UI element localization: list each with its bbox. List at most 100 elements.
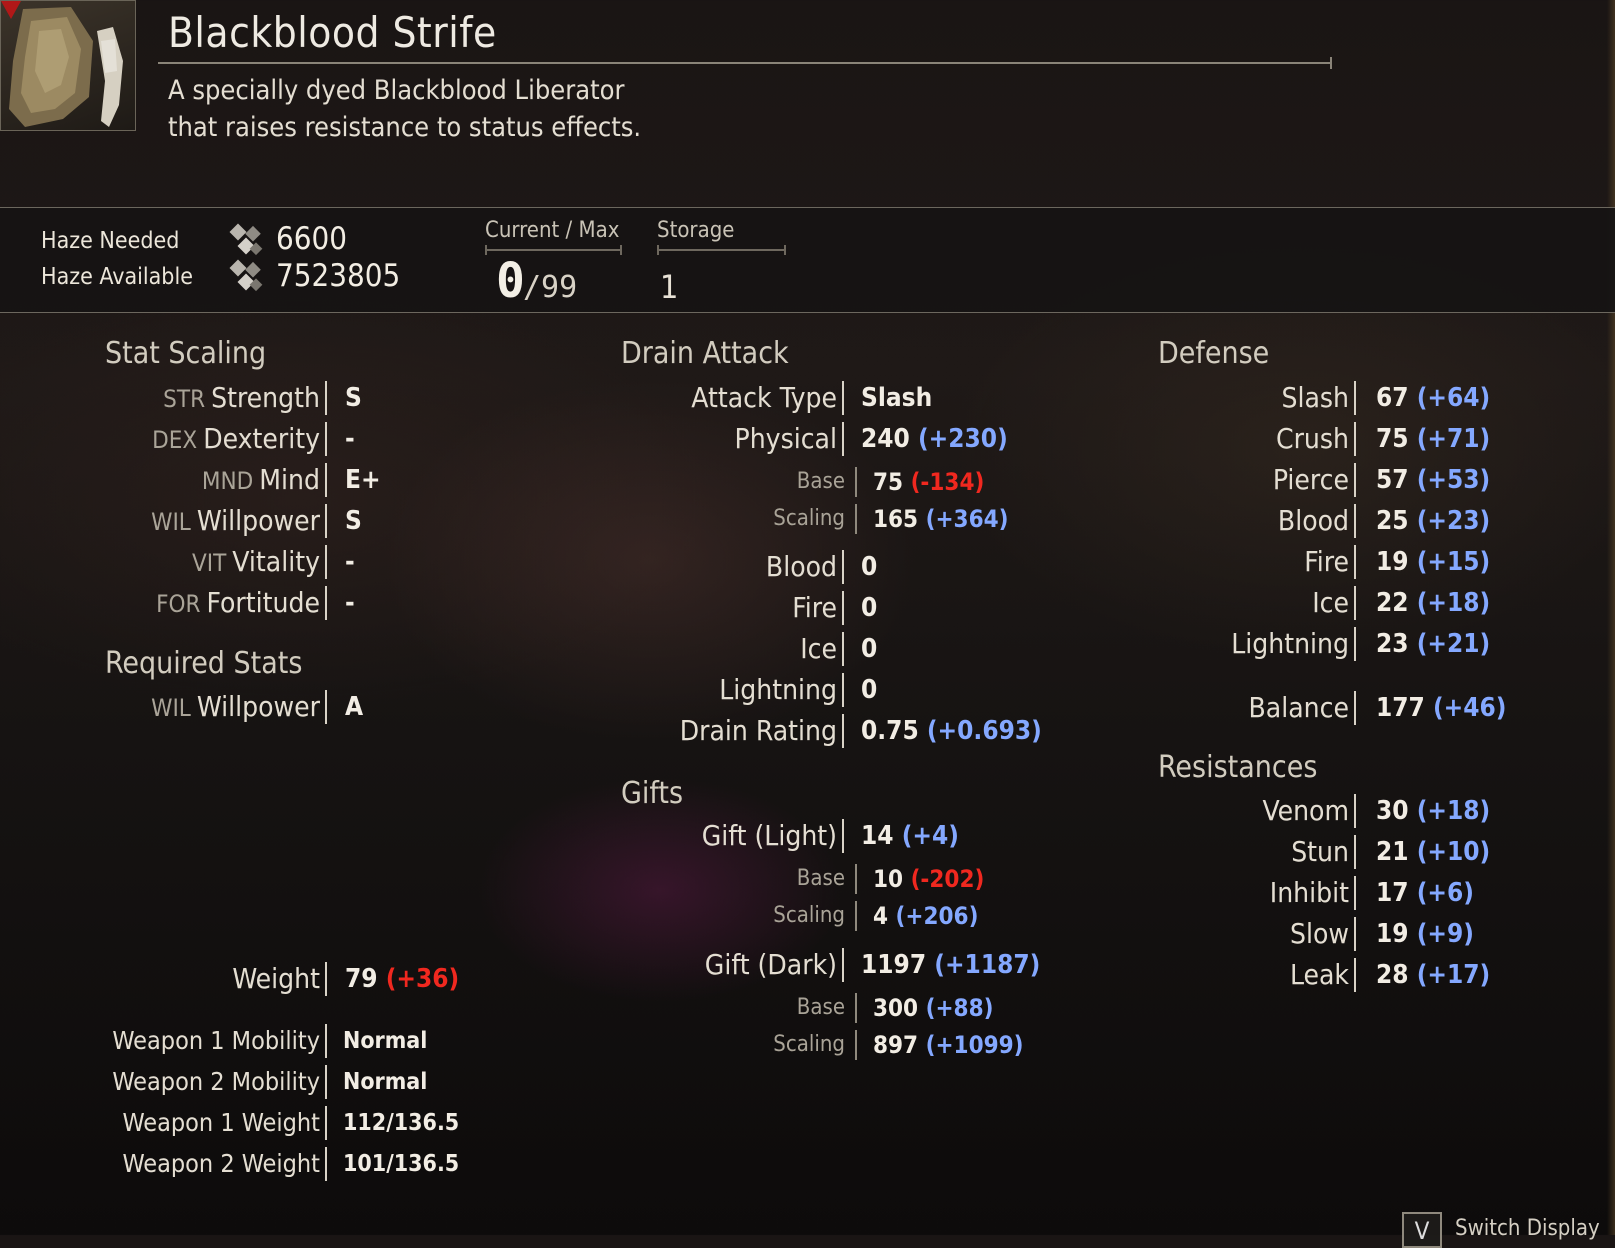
resistance-row-leak: Leak 28 (+17) (0, 956, 1490, 994)
haze-icon (229, 223, 263, 256)
defense-value-group: 57 (+53) (1376, 461, 1490, 499)
item-thumbnail (0, 0, 136, 131)
title-divider (158, 57, 1332, 69)
defense-row-blood: Blood 25 (+23) (0, 502, 1490, 540)
defense-name: Slash (1281, 381, 1349, 414)
resistance-row-inhibit: Inhibit 17 (+6) (0, 874, 1474, 912)
resistance-name: Inhibit (1269, 876, 1349, 909)
defense-name: Lightning (1231, 627, 1349, 660)
separator (325, 1147, 327, 1181)
resistance-name: Leak (1289, 958, 1349, 991)
storage-underline (657, 245, 786, 255)
defense-value: 23 (1376, 629, 1409, 659)
resistance-value-group: 28 (+17) (1376, 956, 1490, 994)
defense-value: 22 (1376, 588, 1409, 618)
defense-row-ice: Ice 22 (+18) (0, 584, 1490, 622)
balance-delta: (+46) (1432, 693, 1507, 723)
weapon2-weight-row: Weapon 2 Weight 101/136.5 (0, 1145, 459, 1183)
separator (325, 1106, 327, 1140)
defense-delta: (+18) (1416, 588, 1491, 618)
current-max-underline (485, 245, 622, 255)
haze-needed-label: Haze Needed (41, 228, 180, 254)
separator (1354, 794, 1356, 828)
max-value: /99 (523, 270, 578, 305)
defense-value-group: 25 (+23) (1376, 502, 1490, 540)
defense-delta: (+71) (1416, 424, 1491, 454)
defense-value-group: 67 (+64) (1376, 379, 1490, 417)
storage-label: Storage (657, 218, 735, 243)
resistance-delta: (+6) (1416, 878, 1474, 908)
separator (1354, 586, 1356, 620)
haze-icon (229, 259, 263, 292)
defense-delta: (+64) (1416, 383, 1491, 413)
balance-value: 177 (1376, 693, 1425, 723)
resistance-row-stun: Stun 21 (+10) (0, 833, 1490, 871)
resistance-value-group: 19 (+9) (1376, 915, 1474, 953)
defense-value: 75 (1376, 424, 1409, 454)
weapon2-mobility-value: Normal (343, 1069, 428, 1095)
base-value: 300 (873, 994, 919, 1022)
resistance-delta: (+9) (1416, 919, 1474, 949)
base-label: Base (796, 995, 845, 1020)
scaling-value: 897 (873, 1031, 919, 1059)
separator (1354, 958, 1356, 992)
defense-delta: (+21) (1416, 629, 1491, 659)
separator (855, 1030, 857, 1060)
defense-name: Blood (1277, 504, 1349, 537)
defense-name: Fire (1304, 545, 1349, 578)
resistances-title: Resistances (1158, 750, 1318, 785)
base-value-group: 300 (+88) (873, 989, 993, 1027)
resistance-delta: (+17) (1416, 960, 1491, 990)
weapon1-weight-value: 112/136.5 (343, 1110, 460, 1136)
separator (1354, 504, 1356, 538)
defense-name: Ice (1312, 586, 1349, 619)
defense-value: 57 (1376, 465, 1409, 495)
defense-value-group: 22 (+18) (1376, 584, 1490, 622)
weapon1-weight-label: Weapon 1 Weight (122, 1108, 320, 1137)
resistance-value: 28 (1376, 960, 1409, 990)
gift-dark-base-row: Base 300 (+88) (0, 989, 993, 1027)
weapon2-mobility-row: Weapon 2 Mobility Normal (0, 1063, 427, 1101)
gift-dark-scaling-row: Scaling 897 (+1099) (0, 1026, 1024, 1064)
resistance-row-slow: Slow 19 (+9) (0, 915, 1474, 953)
drain-attack-title: Drain Attack (621, 336, 789, 371)
base-delta: (+88) (925, 994, 994, 1022)
defense-name: Pierce (1272, 463, 1349, 496)
resistance-value: 21 (1376, 837, 1409, 867)
switch-display-key[interactable]: V (1402, 1212, 1442, 1248)
item-description: A specially dyed Blackblood Liberator th… (168, 72, 768, 146)
switch-display-button[interactable]: Switch Display (1455, 1216, 1600, 1241)
defense-name: Crush (1275, 422, 1349, 455)
resistance-delta: (+10) (1416, 837, 1491, 867)
resistance-value-group: 30 (+18) (1376, 792, 1490, 830)
resistance-name: Stun (1291, 835, 1349, 868)
defense-value: 25 (1376, 506, 1409, 536)
separator (1354, 835, 1356, 869)
resistance-delta: (+18) (1416, 796, 1491, 826)
haze-available-label: Haze Available (41, 264, 193, 290)
balance-label: Balance (1248, 691, 1349, 724)
defense-row-slash: Slash 67 (+64) (0, 379, 1490, 417)
resistance-value-group: 17 (+6) (1376, 874, 1474, 912)
defense-value-group: 19 (+15) (1376, 543, 1490, 581)
resistance-value: 30 (1376, 796, 1409, 826)
separator (1354, 422, 1356, 456)
defense-delta: (+53) (1416, 465, 1491, 495)
scaling-delta: (+1099) (925, 1031, 1024, 1059)
item-name: Blackblood Strife (168, 8, 497, 57)
stat-scaling-title: Stat Scaling (105, 336, 267, 371)
defense-title: Defense (1158, 336, 1270, 371)
separator (1354, 876, 1356, 910)
storage-value: 1 (660, 268, 679, 306)
defense-value: 19 (1376, 547, 1409, 577)
separator (1354, 463, 1356, 497)
balance-value-group: 177 (+46) (1376, 689, 1507, 727)
description-line-2: that raises resistance to status effects… (168, 112, 642, 143)
balance-row: Balance 177 (+46) (0, 689, 1507, 727)
separator (1354, 917, 1356, 951)
resistance-name: Slow (1289, 917, 1349, 950)
right-edge-decoration (1607, 0, 1615, 1235)
haze-available-value: 7523805 (276, 258, 401, 294)
resistance-row-venom: Venom 30 (+18) (0, 792, 1490, 830)
defense-value: 67 (1376, 383, 1409, 413)
